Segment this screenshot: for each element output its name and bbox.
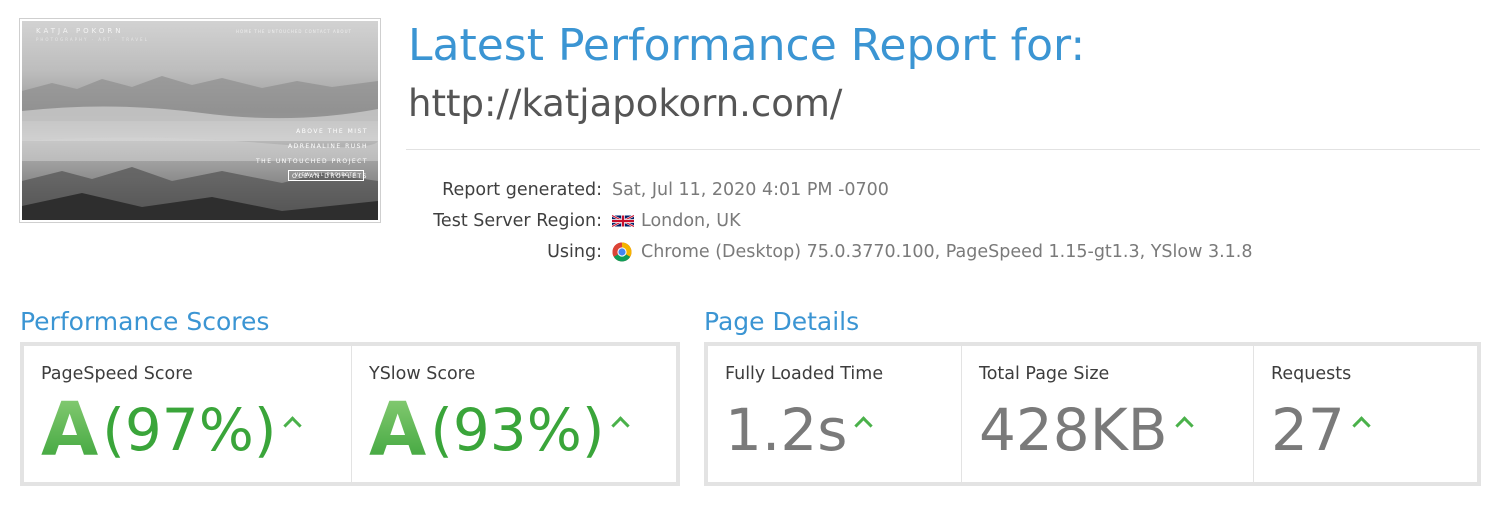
caret-up-icon xyxy=(854,415,874,435)
pagespeed-score-value: A (97%) xyxy=(41,386,351,474)
pagespeed-percent: (97%) xyxy=(102,396,277,464)
yslow-score-cell[interactable]: YSlow Score A (93%) xyxy=(352,346,676,482)
thumbnail-menu-item: ADRENALINE RUSH xyxy=(288,143,368,150)
performance-scores-panel: PageSpeed Score A (97%) YSlow Score A (9… xyxy=(20,342,680,486)
yslow-score-label: YSlow Score xyxy=(369,364,476,384)
yslow-percent: (93%) xyxy=(430,396,605,464)
total-page-size-line: 428KB xyxy=(979,386,1253,474)
meta-value-using: Chrome (Desktop) 75.0.3770.100, PageSpee… xyxy=(641,241,1253,262)
fully-loaded-time-value: 1.2s xyxy=(725,396,848,464)
caret-up-icon xyxy=(1352,415,1371,435)
requests-value: 27 xyxy=(1271,396,1345,464)
report-url[interactable]: http://katjapokorn.com/ xyxy=(408,82,842,125)
total-page-size-cell[interactable]: Total Page Size 428KB xyxy=(962,346,1254,482)
pagespeed-grade: A xyxy=(41,387,99,473)
header-divider xyxy=(406,149,1480,150)
thumbnail-image: KATJA POKORN PHOTOGRAPHY · ART · TRAVEL … xyxy=(22,21,378,220)
meta-value-using-wrap: Chrome (Desktop) 75.0.3770.100, PageSpee… xyxy=(612,242,1253,262)
thumbnail-menu-item: THE UNTOUCHED PROJECT xyxy=(256,158,368,165)
caret-up-icon xyxy=(283,415,303,435)
page-details-panel: Fully Loaded Time 1.2s Total Page Size 4… xyxy=(704,342,1481,486)
meta-label: Report generated: xyxy=(442,179,602,200)
meta-row-generated: Report generated: Sat, Jul 11, 2020 4:01… xyxy=(406,174,1253,205)
meta-label: Using: xyxy=(547,241,602,262)
fully-loaded-time-label: Fully Loaded Time xyxy=(725,364,884,384)
pagespeed-score-cell[interactable]: PageSpeed Score A (97%) xyxy=(24,346,352,482)
caret-up-icon xyxy=(611,415,631,435)
meta-row-region: Test Server Region: London, UK xyxy=(406,205,1253,236)
meta-label: Test Server Region: xyxy=(433,210,602,231)
meta-value-region-wrap: London, UK xyxy=(612,211,741,231)
page-details-title: Page Details xyxy=(704,307,860,336)
site-thumbnail[interactable]: KATJA POKORN PHOTOGRAPHY · ART · TRAVEL … xyxy=(19,18,381,223)
report-title: Latest Performance Report for: xyxy=(408,20,1086,71)
thumbnail-view-all-button: VIEW ALL PROJECTS xyxy=(288,170,364,181)
requests-line: 27 xyxy=(1271,386,1477,474)
thumbnail-logo: KATJA POKORN xyxy=(36,27,124,35)
thumbnail-nav: KATJA POKORN PHOTOGRAPHY · ART · TRAVEL … xyxy=(36,27,368,43)
pagespeed-score-label: PageSpeed Score xyxy=(41,364,193,384)
fully-loaded-time-line: 1.2s xyxy=(725,386,961,474)
meta-row-using: Using: Chrome (Desktop) 75.0.3770.100, P… xyxy=(406,236,1253,267)
yslow-grade: A xyxy=(369,387,427,473)
total-page-size-value: 428KB xyxy=(979,396,1168,464)
total-page-size-label: Total Page Size xyxy=(979,364,1110,384)
chrome-icon xyxy=(612,242,632,261)
caret-up-icon xyxy=(1174,415,1194,435)
thumbnail-subtitle: PHOTOGRAPHY · ART · TRAVEL xyxy=(36,37,149,42)
requests-label: Requests xyxy=(1271,364,1352,384)
performance-scores-title: Performance Scores xyxy=(20,307,270,336)
uk-flag-icon xyxy=(612,214,634,227)
fully-loaded-time-cell[interactable]: Fully Loaded Time 1.2s xyxy=(708,346,962,482)
yslow-score-value: A (93%) xyxy=(369,386,676,474)
thumbnail-nav-links: HOME THE UNTOUCHED CONTACT ABOUT xyxy=(236,29,352,34)
requests-cell[interactable]: Requests 27 xyxy=(1254,346,1477,482)
thumbnail-menu-item: ABOVE THE MIST xyxy=(296,128,368,135)
meta-value-region: London, UK xyxy=(641,210,741,231)
mountain-mist-graphic xyxy=(22,76,378,220)
meta-value-generated: Sat, Jul 11, 2020 4:01 PM -0700 xyxy=(612,179,889,200)
report-meta: Report generated: Sat, Jul 11, 2020 4:01… xyxy=(406,174,1253,267)
